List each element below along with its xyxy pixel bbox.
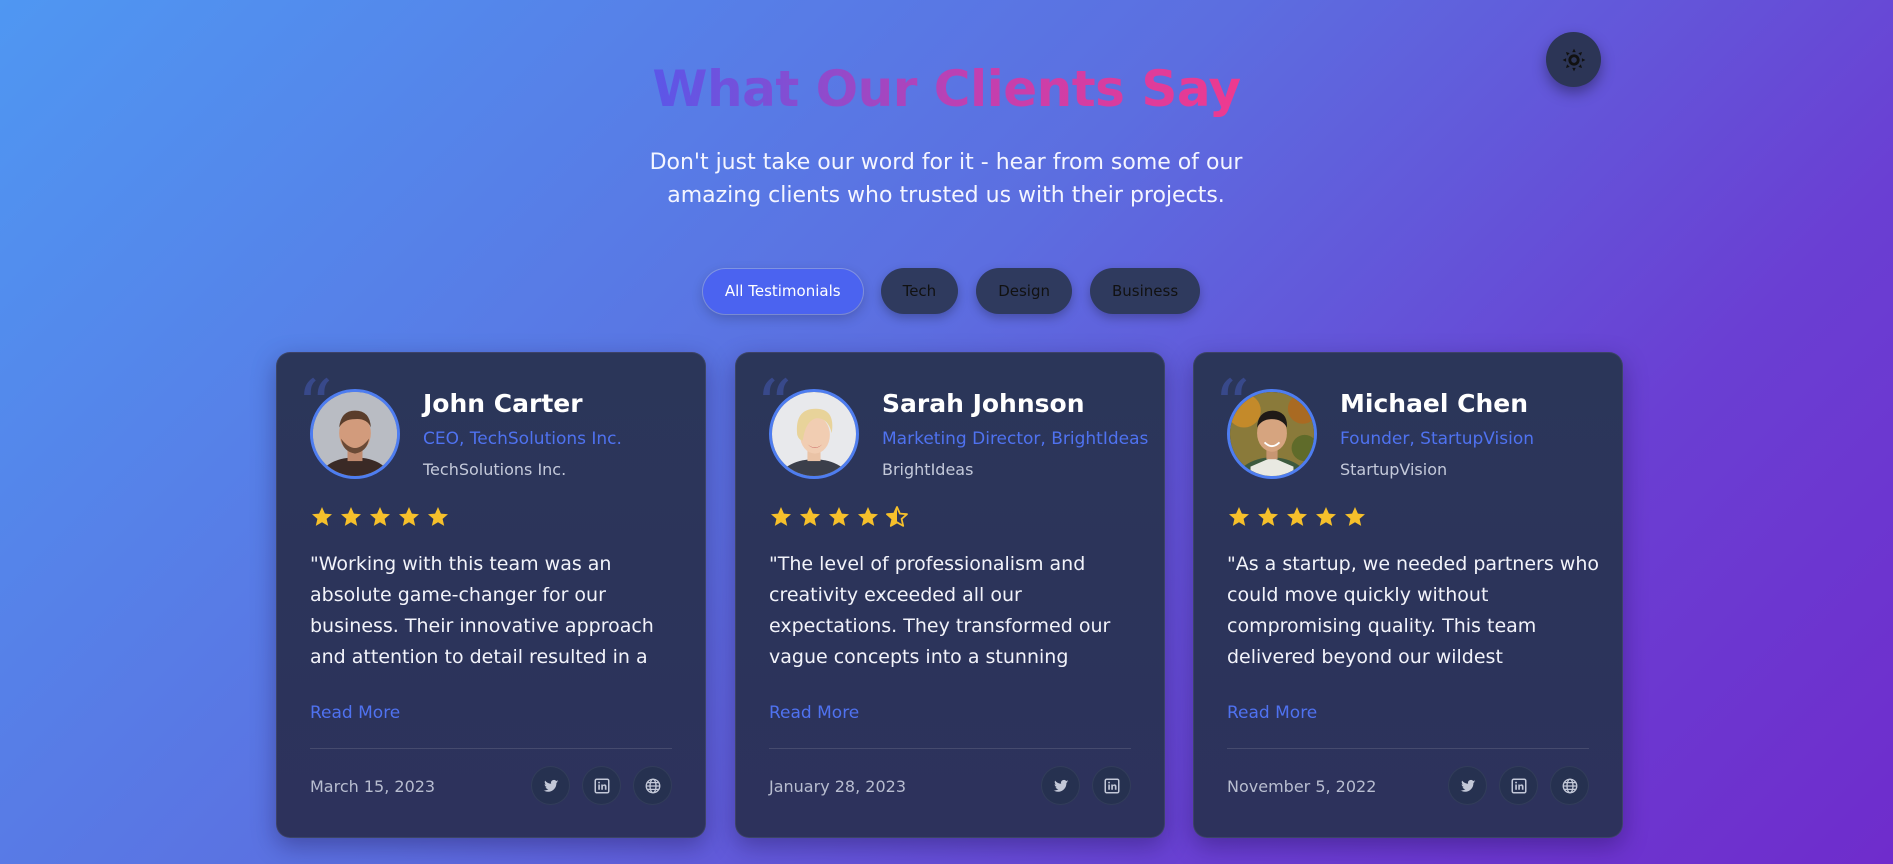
twitter-icon bbox=[1053, 779, 1068, 792]
divider bbox=[1227, 748, 1589, 749]
twitter-icon bbox=[543, 779, 558, 792]
star-icon bbox=[1343, 505, 1367, 529]
twitter-icon bbox=[1460, 779, 1475, 792]
testimonial-date: November 5, 2022 bbox=[1227, 777, 1377, 796]
filter-business[interactable]: Business bbox=[1089, 268, 1201, 314]
testimonial-date: March 15, 2023 bbox=[310, 777, 436, 796]
star-icon bbox=[1227, 505, 1251, 529]
avatar bbox=[310, 389, 400, 479]
client-name: Sarah Johnson bbox=[882, 389, 1085, 418]
star-icon bbox=[368, 505, 392, 529]
filter-tech[interactable]: Tech bbox=[880, 268, 959, 314]
testimonial-card: “ Michael Chen Founder, StartupVision St… bbox=[1193, 352, 1623, 838]
client-role: CEO, TechSolutions Inc. bbox=[423, 429, 622, 449]
client-name: Michael Chen bbox=[1340, 389, 1529, 418]
testimonial-quote: "The level of professionalism and creati… bbox=[769, 553, 1111, 668]
page-subtitle: Don't just take our word for it - hear f… bbox=[649, 150, 1243, 208]
client-role: Marketing Director, BrightIdeas bbox=[882, 429, 1149, 449]
divider bbox=[769, 748, 1131, 749]
avatar bbox=[1227, 389, 1317, 479]
testimonial-quote: "Working with this team was an absolute … bbox=[310, 553, 654, 668]
linkedin-icon bbox=[1104, 778, 1119, 793]
star-icon bbox=[827, 505, 851, 529]
star-icon bbox=[1256, 505, 1280, 529]
client-company: StartupVision bbox=[1340, 460, 1448, 479]
read-more-link[interactable]: Read More bbox=[769, 703, 859, 723]
testimonial-date: January 28, 2023 bbox=[769, 777, 906, 796]
half-star-icon bbox=[885, 505, 909, 529]
star-icon bbox=[798, 505, 822, 529]
client-role: Founder, StartupVision bbox=[1340, 429, 1534, 449]
twitter-button[interactable] bbox=[531, 766, 570, 805]
star-icon bbox=[769, 505, 793, 529]
linkedin-button[interactable] bbox=[582, 766, 621, 805]
star-icon bbox=[856, 505, 880, 529]
rating-stars bbox=[769, 505, 909, 529]
star-icon bbox=[1285, 505, 1309, 529]
social-links bbox=[1448, 766, 1589, 805]
star-icon bbox=[310, 505, 334, 529]
rating-stars bbox=[1227, 505, 1367, 529]
filter-all-testimonials[interactable]: All Testimonials bbox=[702, 268, 863, 314]
social-links bbox=[531, 766, 672, 805]
linkedin-button[interactable] bbox=[1092, 766, 1131, 805]
client-name: John Carter bbox=[423, 389, 583, 418]
website-button[interactable] bbox=[1550, 766, 1589, 805]
globe-icon bbox=[1562, 778, 1577, 793]
testimonial-card: “ Sarah Johnson Marketing Director, Brig… bbox=[735, 352, 1165, 838]
filter-design[interactable]: Design bbox=[976, 268, 1072, 314]
linkedin-icon bbox=[1511, 778, 1526, 793]
testimonial-card: “ John Carter CEO, TechSolutions Inc. Te… bbox=[276, 352, 706, 838]
twitter-button[interactable] bbox=[1448, 766, 1487, 805]
linkedin-icon bbox=[594, 778, 609, 793]
website-button[interactable] bbox=[633, 766, 672, 805]
page-title: What Our Clients Say bbox=[652, 60, 1241, 118]
rating-stars bbox=[310, 505, 450, 529]
client-company: BrightIdeas bbox=[882, 460, 974, 479]
divider bbox=[310, 748, 672, 749]
read-more-link[interactable]: Read More bbox=[310, 703, 400, 723]
star-icon bbox=[1314, 505, 1338, 529]
social-links bbox=[1041, 766, 1131, 805]
star-icon bbox=[426, 505, 450, 529]
twitter-button[interactable] bbox=[1041, 766, 1080, 805]
star-icon bbox=[397, 505, 421, 529]
read-more-link[interactable]: Read More bbox=[1227, 703, 1317, 723]
client-company: TechSolutions Inc. bbox=[423, 460, 567, 479]
star-icon bbox=[339, 505, 363, 529]
testimonial-quote: "As a startup, we needed partners who co… bbox=[1227, 553, 1599, 668]
avatar bbox=[769, 389, 859, 479]
linkedin-button[interactable] bbox=[1499, 766, 1538, 805]
filter-bar: All Testimonials Tech Design Business bbox=[0, 268, 1893, 314]
globe-icon bbox=[645, 778, 660, 793]
